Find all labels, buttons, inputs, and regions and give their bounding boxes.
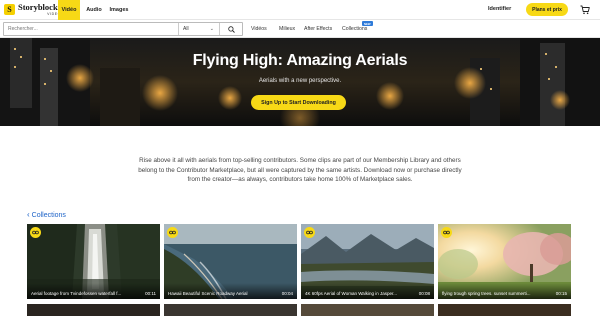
tab-audio[interactable]: Audio — [85, 0, 103, 20]
collection-badge-icon — [167, 227, 178, 238]
collection-badge-icon — [441, 227, 452, 238]
new-badge: NEW — [362, 21, 373, 26]
tab-images[interactable]: Images — [107, 0, 131, 20]
category-milieux[interactable]: Milieux — [279, 26, 295, 32]
collections-back-link[interactable]: ‹ Collections — [27, 211, 66, 219]
category-collections[interactable]: Collections — [342, 26, 367, 32]
clip-duration: 00:04 — [281, 291, 293, 296]
clip-duration: 00:08 — [418, 291, 430, 296]
signup-button[interactable]: Sign Up to Start Downloading — [251, 95, 346, 110]
clip-title: 4K 60fps Aerial of Woman Walking in Jasp… — [305, 291, 398, 296]
search-button[interactable] — [219, 23, 242, 35]
search-box: All ⌄ — [3, 22, 243, 36]
intro-line: Rise above it all with aerials from top-… — [139, 157, 461, 164]
intro-line: from the creator—as always, contributors… — [187, 176, 413, 184]
collections-label: Collections — [31, 211, 66, 219]
clip-card-partial[interactable] — [164, 304, 297, 316]
hero-subtitle: Aerials with a new perspective. — [258, 78, 342, 84]
tab-video[interactable]: Vidéo — [58, 0, 80, 20]
search-input[interactable] — [4, 23, 176, 35]
storyblocks-logo[interactable]: S Storyblocks VIDEO — [4, 3, 61, 16]
clip-card[interactable]: Hawaii Beautiful Scenic Roadway Aerial 0… — [164, 224, 297, 299]
clip-card[interactable]: flying trough spring trees. sunset summe… — [438, 224, 571, 299]
clip-card[interactable]: Aerial footage from Tvindefossen waterfa… — [27, 224, 160, 299]
clip-card-partial[interactable] — [301, 304, 434, 316]
chevron-left-icon: ‹ — [27, 210, 30, 219]
hero-title: Flying High: Amazing Aerials — [192, 52, 408, 69]
top-nav: S Storyblocks VIDEO Vidéo Audio Images I… — [0, 0, 600, 20]
logo-subtitle: VIDEO — [47, 11, 61, 16]
clip-duration: 00:15 — [555, 291, 567, 296]
intro-line: belong to the Contributor Marketplace, b… — [138, 166, 462, 174]
clip-card-partial[interactable] — [438, 304, 571, 316]
search-scope-value: All — [183, 26, 189, 32]
chevron-down-icon: ⌄ — [209, 26, 214, 32]
hero-banner: Flying High: Amazing Aerials Aerials wit… — [0, 38, 600, 126]
signin-link[interactable]: Identifier — [488, 6, 511, 12]
search-scope-select[interactable]: All ⌄ — [178, 23, 218, 35]
logo-name: Storyblocks — [18, 2, 61, 12]
clip-title: flying trough spring trees. sunset summe… — [442, 291, 531, 296]
collection-badge-icon — [30, 227, 41, 238]
clip-title: Aerial footage from Tvindefossen waterfa… — [31, 291, 122, 296]
clip-duration: 00:11 — [145, 291, 156, 296]
collection-badge-icon — [304, 227, 315, 238]
intro-paragraph: Rise above it all with aerials from top-… — [130, 156, 470, 185]
logo-mark-icon: S — [4, 4, 15, 15]
category-videos[interactable]: Vidéos — [251, 26, 267, 32]
clip-title: Hawaii Beautiful Scenic Roadway Aerial — [168, 291, 248, 296]
search-bar-row: All ⌄ Vidéos Milieux After Effects Colle… — [0, 20, 600, 38]
category-after-effects[interactable]: After Effects — [304, 26, 332, 32]
search-icon — [227, 25, 235, 33]
clip-card-partial[interactable] — [27, 304, 160, 316]
cart-icon[interactable] — [580, 5, 590, 15]
plans-button[interactable]: Plans et prix — [526, 3, 568, 16]
clip-card[interactable]: 4K 60fps Aerial of Woman Walking in Jasp… — [301, 224, 434, 299]
